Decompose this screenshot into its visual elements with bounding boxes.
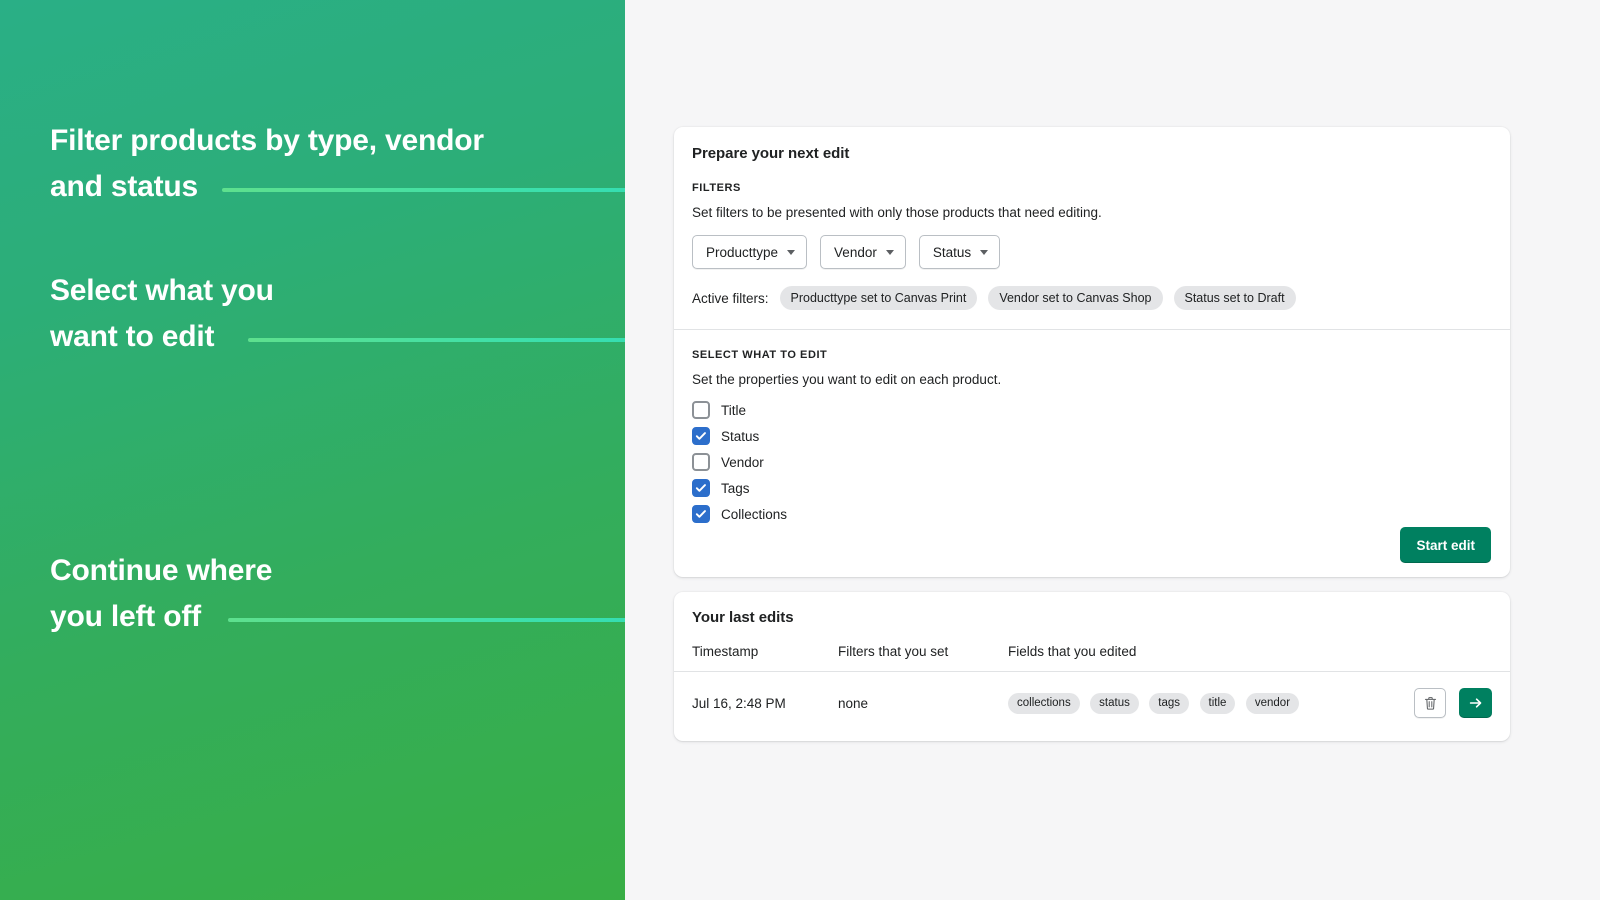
- promo-headline-line1: Select what you: [50, 274, 274, 307]
- connector-line-filters: [222, 188, 625, 192]
- status-dropdown[interactable]: Status: [918, 235, 1001, 269]
- promo-block-continue: Continue where you left off: [50, 548, 272, 640]
- field-tag: title: [1199, 692, 1236, 714]
- vendor-dropdown[interactable]: Vendor: [820, 235, 906, 269]
- promo-headline-line2: you left off: [50, 600, 201, 633]
- promo-block-filter: Filter products by type, vendor and stat…: [50, 118, 484, 210]
- active-filter-chip[interactable]: Status set to Draft: [1173, 286, 1296, 310]
- last-edits-title: Your last edits: [692, 609, 794, 626]
- field-tag: collections: [1008, 692, 1080, 714]
- card-title: Prepare your next edit: [692, 145, 850, 162]
- select-edit-section-label: SELECT WHAT TO EDIT: [692, 349, 828, 361]
- start-edit-button[interactable]: Start edit: [1400, 527, 1491, 563]
- table-header-row: Timestamp Filters that you set Fields th…: [692, 644, 1492, 659]
- checkbox-tags[interactable]: Tags: [692, 479, 1492, 497]
- connector-line-select: [248, 338, 625, 342]
- checkbox-vendor[interactable]: Vendor: [692, 453, 1492, 471]
- chevron-down-icon: [787, 249, 796, 255]
- checkbox-label: Vendor: [721, 454, 764, 470]
- cell-filters: none: [838, 695, 869, 711]
- checkbox-box: [692, 453, 710, 471]
- promo-headline-line2: and status: [50, 170, 199, 203]
- chevron-down-icon: [885, 249, 894, 255]
- promo-headline-line1: Continue where: [50, 554, 273, 587]
- connector-line-continue: [228, 618, 625, 622]
- column-header-timestamp: Timestamp: [692, 644, 759, 659]
- checkbox-box: [692, 505, 710, 523]
- row-actions: [1352, 688, 1492, 718]
- checkbox-label: Title: [721, 402, 747, 418]
- checkbox-collections[interactable]: Collections: [692, 505, 1492, 523]
- producttype-dropdown-label: Producttype: [706, 244, 779, 260]
- cell-fields: collections status tags title vendor: [1008, 692, 1352, 714]
- field-tag: tags: [1149, 692, 1190, 714]
- chevron-down-icon: [980, 249, 989, 255]
- checkbox-label: Status: [721, 428, 760, 444]
- continue-edit-button[interactable]: [1459, 688, 1492, 718]
- active-filter-chip[interactable]: Producttype set to Canvas Print: [779, 286, 978, 310]
- filters-description: Set filters to be presented with only th…: [692, 205, 1102, 220]
- active-filter-chip[interactable]: Vendor set to Canvas Shop: [988, 286, 1163, 310]
- checkbox-status[interactable]: Status: [692, 427, 1492, 445]
- table-row: Jul 16, 2:48 PM none collections status …: [692, 688, 1492, 718]
- checkbox-box: [692, 427, 710, 445]
- promo-panel: Filter products by type, vendor and stat…: [0, 0, 625, 900]
- app-screen: Filter products by type, vendor and stat…: [0, 0, 1600, 900]
- vendor-dropdown-label: Vendor: [834, 244, 877, 260]
- checkbox-label: Tags: [721, 480, 750, 496]
- column-header-filters: Filters that you set: [838, 644, 949, 659]
- trash-icon: [1424, 696, 1436, 710]
- cell-timestamp: Jul 16, 2:48 PM: [692, 695, 786, 711]
- checkbox-box: [692, 401, 710, 419]
- select-edit-description: Set the properties you want to edit on e…: [692, 372, 1002, 387]
- promo-headline-line1: Filter products by type, vendor: [50, 124, 484, 157]
- prepare-next-edit-card: Prepare your next edit FILTERS Set filte…: [674, 127, 1510, 577]
- checkbox-title[interactable]: Title: [692, 401, 1492, 419]
- last-edits-card: Your last edits Timestamp Filters that y…: [674, 592, 1510, 741]
- field-tag: vendor: [1245, 692, 1300, 714]
- delete-edit-button[interactable]: [1414, 688, 1446, 718]
- column-header-fields: Fields that you edited: [1008, 644, 1137, 659]
- producttype-dropdown[interactable]: Producttype: [692, 235, 808, 269]
- arrow-right-icon: [1469, 698, 1481, 708]
- promo-headline-line2: want to edit: [50, 320, 215, 353]
- checkbox-label: Collections: [721, 506, 788, 522]
- promo-block-select: Select what you want to edit: [50, 268, 274, 360]
- status-dropdown-label: Status: [932, 244, 972, 260]
- active-filters-label: Active filters:: [692, 290, 769, 306]
- filters-section-label: FILTERS: [692, 182, 741, 194]
- checkbox-box: [692, 479, 710, 497]
- field-tag: status: [1090, 692, 1139, 714]
